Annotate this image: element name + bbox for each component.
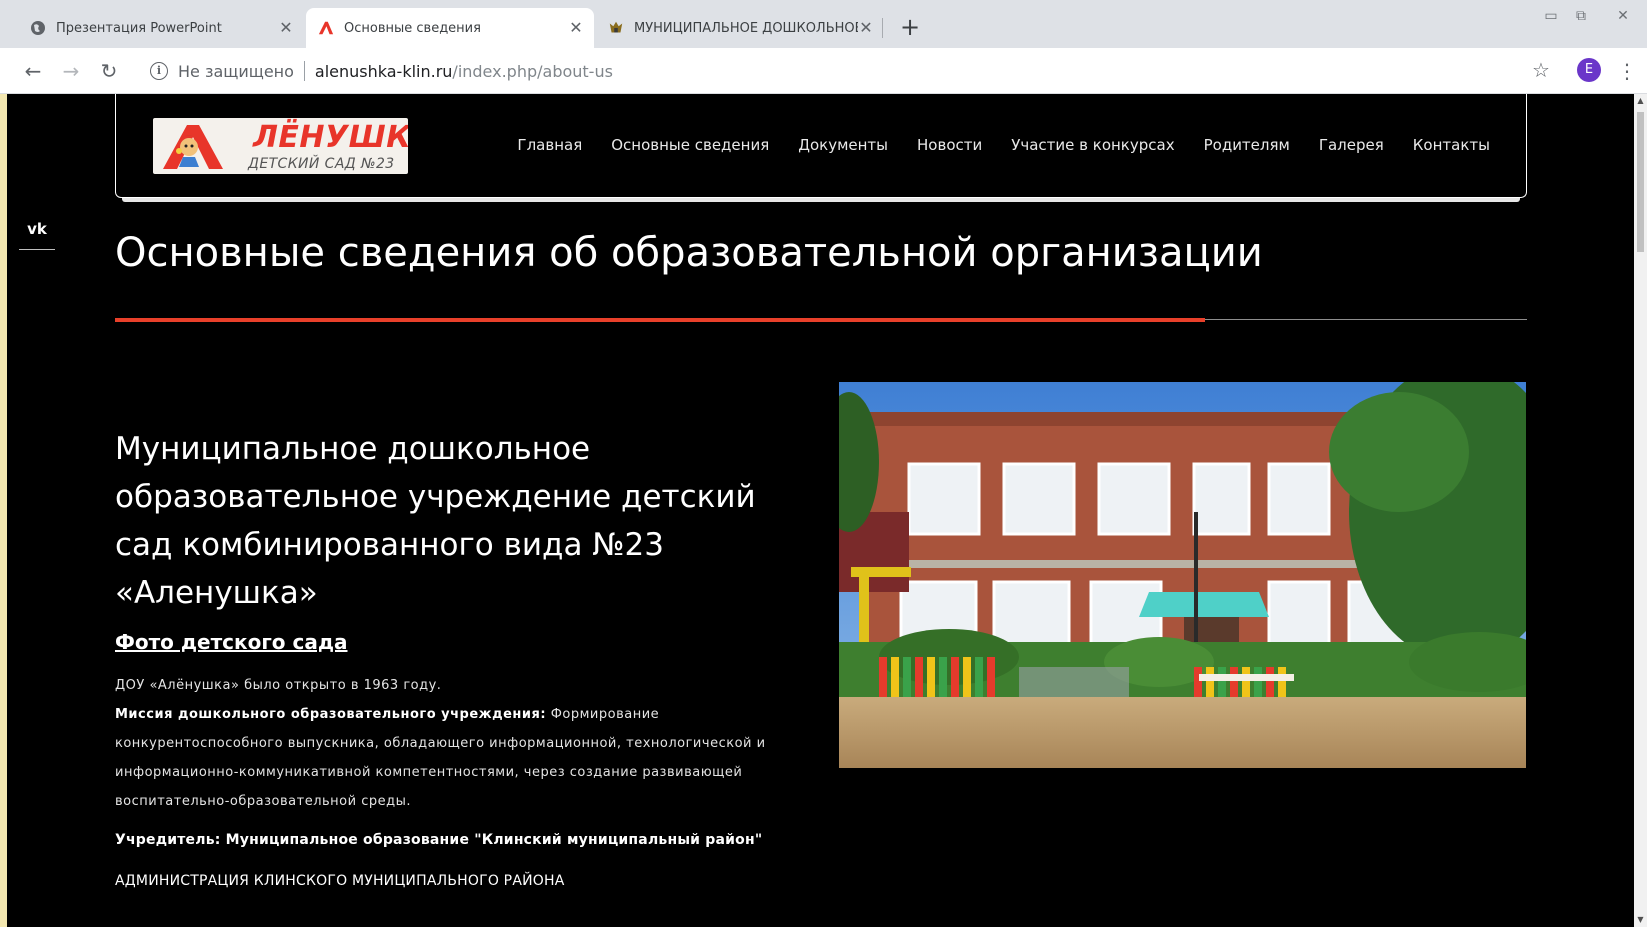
vk-icon[interactable]: vk — [19, 220, 55, 238]
forward-button[interactable]: → — [58, 58, 84, 84]
mission-paragraph: Миссия дошкольного образовательного учре… — [115, 700, 775, 816]
mission-text: Формирование конкурентоспособного выпуск… — [115, 707, 766, 809]
minimize-button[interactable]: ▭ — [1538, 6, 1564, 26]
logo-mark-icon — [163, 125, 223, 169]
title-accent-rule — [115, 318, 1205, 322]
restore-button[interactable]: ⧉ — [1568, 6, 1594, 26]
close-icon[interactable]: ✕ — [278, 20, 294, 36]
tab-municipal[interactable]: МУНИЦИПАЛЬНОЕ ДОШКОЛЬНОЕ ✕ — [596, 8, 884, 48]
back-button[interactable]: ← — [20, 58, 46, 84]
emblem-icon — [608, 20, 624, 36]
scroll-down-arrow-icon[interactable]: ▼ — [1634, 913, 1647, 927]
security-label: Не защищено — [178, 61, 294, 81]
tab-title: Основные сведения — [344, 20, 481, 36]
address-bar[interactable]: i Не защищено alenushka-klin.ru /index.p… — [140, 54, 1550, 88]
scrollbar-thumb[interactable] — [1637, 112, 1644, 252]
tab-about-us[interactable]: Основные сведения ✕ — [306, 8, 594, 48]
page-viewport: ЛЁНУШКА ДЕТСКИЙ САД №23 Главная Основные… — [7, 94, 1634, 927]
url-path: /index.php/about-us — [452, 61, 613, 81]
tab-separator — [882, 18, 883, 38]
social-divider — [19, 249, 55, 250]
administration-text: АДМИНИСТРАЦИЯ КЛИНСКОГО МУНИЦИПАЛЬНОГО Р… — [115, 873, 565, 889]
close-icon[interactable]: ✕ — [858, 20, 874, 36]
scroll-up-arrow-icon[interactable]: ▲ — [1634, 94, 1647, 108]
page-scrollbar[interactable]: ▲ ▼ — [1634, 94, 1647, 927]
menu-item-contacts[interactable]: Контакты — [1413, 136, 1490, 154]
url-domain: alenushka-klin.ru — [314, 61, 453, 81]
menu-item-contests[interactable]: Участие в конкурсах — [1011, 136, 1174, 154]
site-header: ЛЁНУШКА ДЕТСКИЙ САД №23 Главная Основные… — [115, 94, 1527, 202]
menu-item-home[interactable]: Главная — [517, 136, 582, 154]
photo-link[interactable]: Фото детского сада — [115, 630, 348, 654]
logo-subtitle: ДЕТСКИЙ САД №23 — [248, 156, 395, 172]
mission-label: Миссия дошкольного образовательного учре… — [115, 707, 547, 722]
tab-strip: Презентация PowerPoint ✕ Основные сведен… — [0, 0, 1647, 48]
site-favicon-icon — [318, 20, 334, 36]
logo-name: ЛЁНУШКА — [253, 120, 408, 155]
bookmark-star-icon[interactable]: ☆ — [1528, 57, 1554, 83]
menu-item-gallery[interactable]: Галерея — [1319, 136, 1384, 154]
tab-title: Презентация PowerPoint — [56, 20, 222, 36]
menu-item-news[interactable]: Новости — [917, 136, 982, 154]
browser-window: Презентация PowerPoint ✕ Основные сведен… — [0, 0, 1647, 927]
menu-item-documents[interactable]: Документы — [798, 136, 888, 154]
browser-toolbar: ← → ↻ i Не защищено alenushka-klin.ru /i… — [0, 48, 1647, 94]
founder-text: Учредитель: Муниципальное образование "К… — [115, 832, 763, 848]
new-tab-button[interactable]: + — [897, 14, 923, 40]
reload-button[interactable]: ↻ — [96, 58, 122, 84]
tab-powerpoint[interactable]: Презентация PowerPoint ✕ — [18, 8, 304, 48]
info-icon[interactable]: i — [150, 62, 168, 80]
main-menu: Главная Основные сведения Документы Ново… — [488, 136, 1490, 154]
organization-name: Муниципальное дошкольное образовательное… — [115, 431, 756, 611]
menu-item-about[interactable]: Основные сведения — [611, 136, 769, 154]
page-title: Основные сведения об образовательной орг… — [115, 230, 1263, 276]
menu-item-parents[interactable]: Родителям — [1204, 136, 1290, 154]
close-window-button[interactable]: ✕ — [1610, 6, 1636, 26]
divider — [303, 61, 305, 81]
tab-title: МУНИЦИПАЛЬНОЕ ДОШКОЛЬНОЕ — [634, 20, 858, 36]
close-icon[interactable]: ✕ — [568, 20, 584, 36]
menu-kebab-icon[interactable]: ⋮ — [1617, 58, 1637, 84]
description: ДОУ «Алёнушка» было открыто в 1963 году.… — [115, 671, 775, 816]
site-logo[interactable]: ЛЁНУШКА ДЕТСКИЙ САД №23 — [153, 118, 408, 174]
globe-icon — [30, 20, 46, 36]
opened-text: ДОУ «Алёнушка» было открыто в 1963 году. — [115, 678, 442, 693]
kindergarten-photo — [839, 382, 1526, 768]
profile-avatar[interactable]: E — [1577, 58, 1601, 82]
